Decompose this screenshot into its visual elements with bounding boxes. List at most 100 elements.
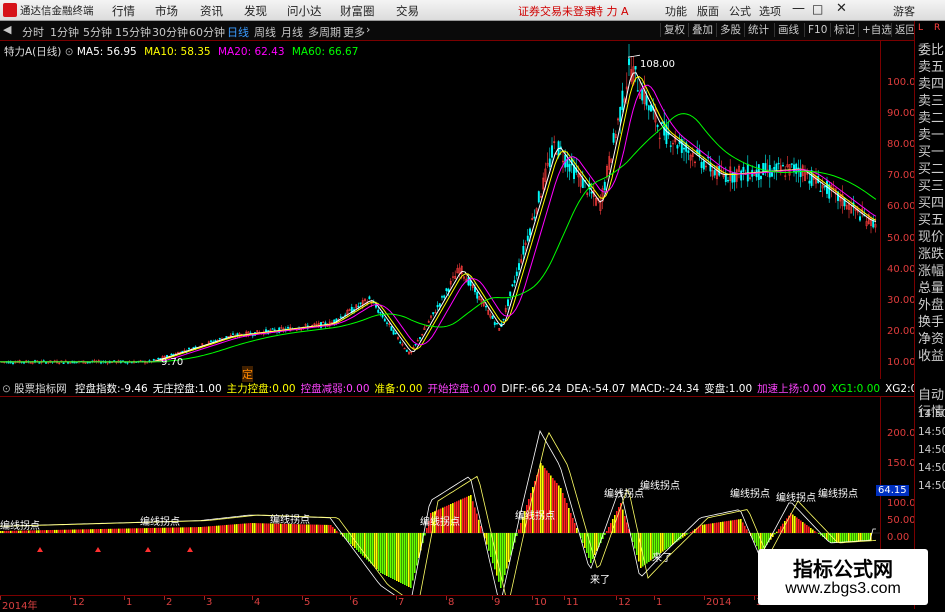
sidebar-item[interactable]: 卖三 xyxy=(918,94,944,109)
candle-body xyxy=(782,165,783,166)
sidebar-item[interactable]: 涨幅 xyxy=(918,264,944,279)
tab-period-intraday[interactable]: 分时 xyxy=(22,24,44,40)
tab-period-monthly[interactable]: 月线 xyxy=(281,24,303,40)
sidebar-item[interactable]: 收益 xyxy=(918,349,944,364)
candle-body xyxy=(323,322,324,323)
sidebar-item[interactable]: 买二 xyxy=(918,162,944,177)
sidebar-item[interactable]: 净资 xyxy=(918,332,944,347)
macd-bar xyxy=(606,531,608,533)
main-legend: 特力A(日线) ⊙ MA5: 56.95 MA10: 58.35 MA20: 6… xyxy=(4,44,358,59)
macd-bar xyxy=(626,523,628,534)
signal-label: 编线拐点 xyxy=(270,513,310,526)
tab-period-daily[interactable]: 日线 xyxy=(227,24,249,40)
indicator-legend-value: -9.46 xyxy=(121,383,148,395)
sidebar-item[interactable]: 14:50 xyxy=(918,461,945,476)
macd-bar xyxy=(402,533,404,584)
sidebar-item[interactable]: 卖五 xyxy=(918,60,944,75)
tab-period-more[interactable]: 更多 xyxy=(343,24,365,40)
candle-body xyxy=(375,305,376,307)
sidebar-item[interactable]: 现价 xyxy=(918,230,944,245)
kline-chart[interactable] xyxy=(0,41,880,379)
sidebar-item[interactable]: 14:50 xyxy=(918,407,945,422)
menu-item-formula[interactable]: 公式 xyxy=(729,3,751,19)
sidebar-item[interactable]: 买五 xyxy=(918,213,944,228)
menu-item-news[interactable]: 资讯 xyxy=(200,3,223,19)
tab-period-weekly[interactable]: 周线 xyxy=(254,24,276,40)
menu-item-ask[interactable]: 问小达 xyxy=(287,3,322,19)
indicator-legend-item: XG2: xyxy=(885,383,911,395)
close-icon[interactable]: ✕ xyxy=(836,1,847,16)
menu-item-options[interactable]: 选项 xyxy=(759,3,781,19)
indicator-chart[interactable]: 编线拐点编线拐点编线拐点编线拐点编线拐点编线拐点编线拐点编线拐点编线拐点编线拐点… xyxy=(0,396,880,595)
tab-period-30min[interactable]: 30分钟 xyxy=(152,24,188,40)
toolbar-adjust-button[interactable]: 复权 xyxy=(660,23,688,37)
indicator-settings-icon[interactable]: ⊙ xyxy=(2,383,14,395)
menu-item-functions[interactable]: 功能 xyxy=(665,3,687,19)
menu-item-trade[interactable]: 交易 xyxy=(396,3,419,19)
macd-bar xyxy=(254,523,256,533)
tab-period-60min[interactable]: 60分钟 xyxy=(189,24,225,40)
date-tick: 3 xyxy=(206,597,212,608)
sidebar-item[interactable]: 买四 xyxy=(918,196,944,211)
tab-period-1min[interactable]: 1分钟 xyxy=(50,24,79,40)
candle-body xyxy=(703,161,704,169)
macd-bar xyxy=(554,481,556,534)
collapse-legend-icon[interactable]: ⊙ xyxy=(65,46,77,58)
sidebar-item[interactable]: 卖四 xyxy=(918,77,944,92)
macd-bar xyxy=(102,529,104,533)
macd-bar xyxy=(778,529,780,533)
menu-item-market[interactable]: 行情 xyxy=(112,3,135,19)
menu-item-markets[interactable]: 市场 xyxy=(155,3,178,19)
toolbar-add-watchlist-button[interactable]: +自选 xyxy=(858,23,895,37)
macd-bar xyxy=(320,525,322,533)
candle-body xyxy=(272,329,273,330)
toolbar-draw-button[interactable]: 画线 xyxy=(774,23,802,37)
macd-bar xyxy=(238,524,240,533)
candle-body xyxy=(485,306,486,307)
menu-item-wealth[interactable]: 财富圈 xyxy=(340,3,375,19)
chevron-right-icon[interactable]: › xyxy=(366,23,370,36)
toolbar-multi-stock-button[interactable]: 多股 xyxy=(716,23,744,37)
tab-period-15min[interactable]: 15分钟 xyxy=(115,24,151,40)
sidebar-item[interactable]: 14:50 xyxy=(918,425,945,440)
date-tick: 2014年 xyxy=(2,597,37,612)
tab-period-5min[interactable]: 5分钟 xyxy=(83,24,112,40)
toolbar-stats-button[interactable]: 统计 xyxy=(744,23,772,37)
sidebar-item[interactable]: 14:50 xyxy=(918,443,945,458)
sidebar-item[interactable]: 委比 xyxy=(918,43,944,58)
menu-item-layout[interactable]: 版面 xyxy=(697,3,719,19)
macd-bar xyxy=(594,533,596,555)
candle-body xyxy=(551,146,552,158)
sidebar-item[interactable]: 买三 xyxy=(918,179,944,194)
toolbar-mark-button[interactable]: 标记 xyxy=(830,23,858,37)
sidebar-item[interactable]: 总量 xyxy=(918,281,944,296)
guest-label[interactable]: 游客 xyxy=(893,3,915,19)
tab-period-multi[interactable]: 多周期 xyxy=(308,24,341,40)
sidebar-item[interactable]: 买一 xyxy=(918,145,944,160)
indicator-name[interactable]: 股票指标网 xyxy=(14,383,67,395)
maximize-icon[interactable]: □ xyxy=(812,2,823,16)
sidebar-item[interactable]: 外盘 xyxy=(918,298,944,313)
macd-bar xyxy=(192,527,194,533)
toolbar-overlay-button[interactable]: 叠加 xyxy=(688,23,716,37)
login-warning[interactable]: 证券交易未登录 xyxy=(518,3,595,19)
minimize-icon[interactable]: — xyxy=(792,1,805,16)
menu-item-discover[interactable]: 发现 xyxy=(244,3,267,19)
date-tick: 4 xyxy=(254,597,260,608)
macd-bar xyxy=(140,528,142,533)
sidebar-item[interactable]: 14:50 xyxy=(918,479,945,494)
sidebar-l-tag[interactable]: L xyxy=(918,23,923,33)
sidebar-item[interactable]: 涨跌 xyxy=(918,247,944,262)
sidebar-item[interactable]: 自动 xyxy=(918,388,944,403)
candle-body xyxy=(527,236,528,241)
candle-body xyxy=(567,160,568,167)
macd-bar xyxy=(198,527,200,533)
sidebar-item[interactable]: 卖一 xyxy=(918,128,944,143)
indicator-legend: ⊙ 股票指标网 控盘指数:-9.46无庄控盘:1.00主力控盘:0.00控盘减弱… xyxy=(2,381,880,395)
sidebar-r-tag[interactable]: R xyxy=(934,23,940,33)
sidebar-item[interactable]: 卖二 xyxy=(918,111,944,126)
collapse-icon[interactable]: ◀ xyxy=(3,23,11,36)
indicator-legend-item: 无庄控盘: xyxy=(153,383,199,395)
toolbar-f10-button[interactable]: F10 xyxy=(804,23,830,37)
sidebar-item[interactable]: 换手 xyxy=(918,315,944,330)
